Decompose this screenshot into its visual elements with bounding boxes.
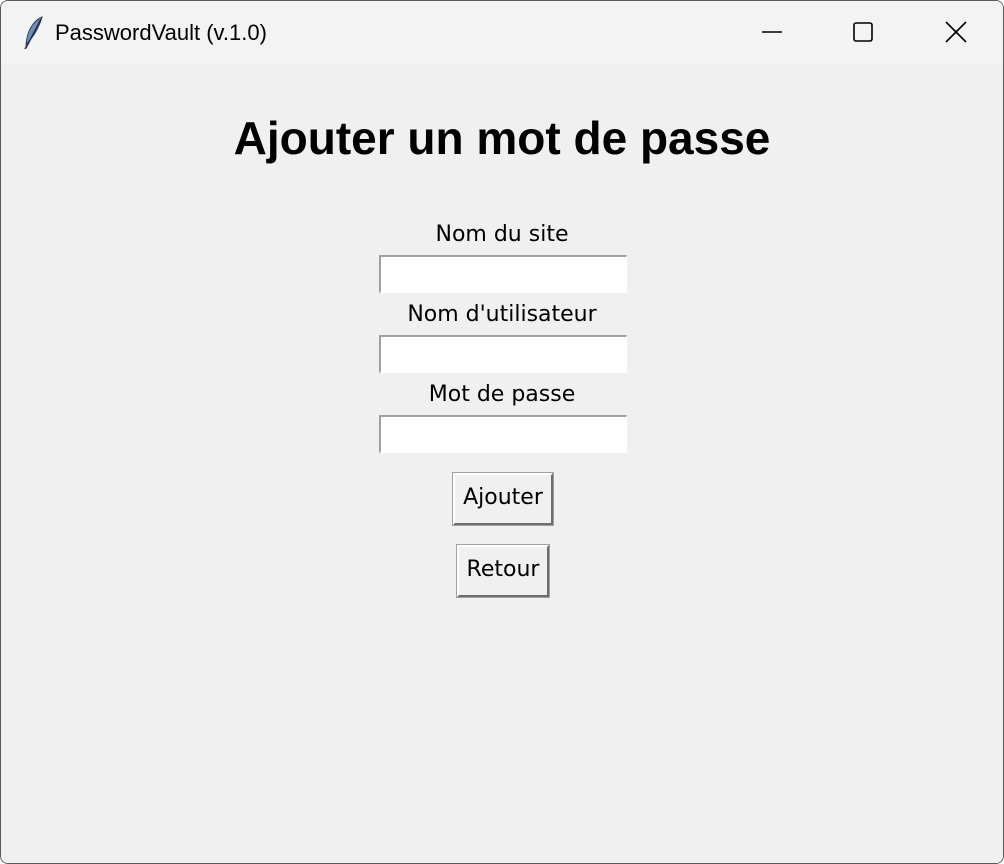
site-name-input[interactable] [379, 255, 627, 293]
username-label: Nom d'utilisateur [407, 302, 597, 327]
maximize-icon [853, 22, 873, 42]
window-title: PasswordVault (v.1.0) [55, 20, 267, 45]
app-window: PasswordVault (v.1.0) Ajouter un mot de … [0, 0, 1004, 864]
site-name-label: Nom du site [435, 222, 569, 247]
close-button[interactable] [909, 1, 1001, 63]
add-password-form: Ajouter un mot de passe Nom du site Nom … [1, 63, 1003, 863]
username-input[interactable] [379, 335, 627, 373]
feather-icon [24, 16, 43, 49]
password-label: Mot de passe [428, 382, 576, 407]
minimize-button[interactable] [725, 1, 817, 63]
back-button[interactable]: Retour [456, 544, 550, 598]
page-title: Ajouter un mot de passe [233, 112, 771, 164]
close-icon [945, 21, 967, 43]
add-button[interactable]: Ajouter [452, 472, 554, 526]
password-input[interactable] [379, 415, 627, 453]
maximize-button[interactable] [817, 1, 909, 63]
minimize-icon [762, 31, 782, 33]
title-bar[interactable]: PasswordVault (v.1.0) [1, 1, 1003, 63]
